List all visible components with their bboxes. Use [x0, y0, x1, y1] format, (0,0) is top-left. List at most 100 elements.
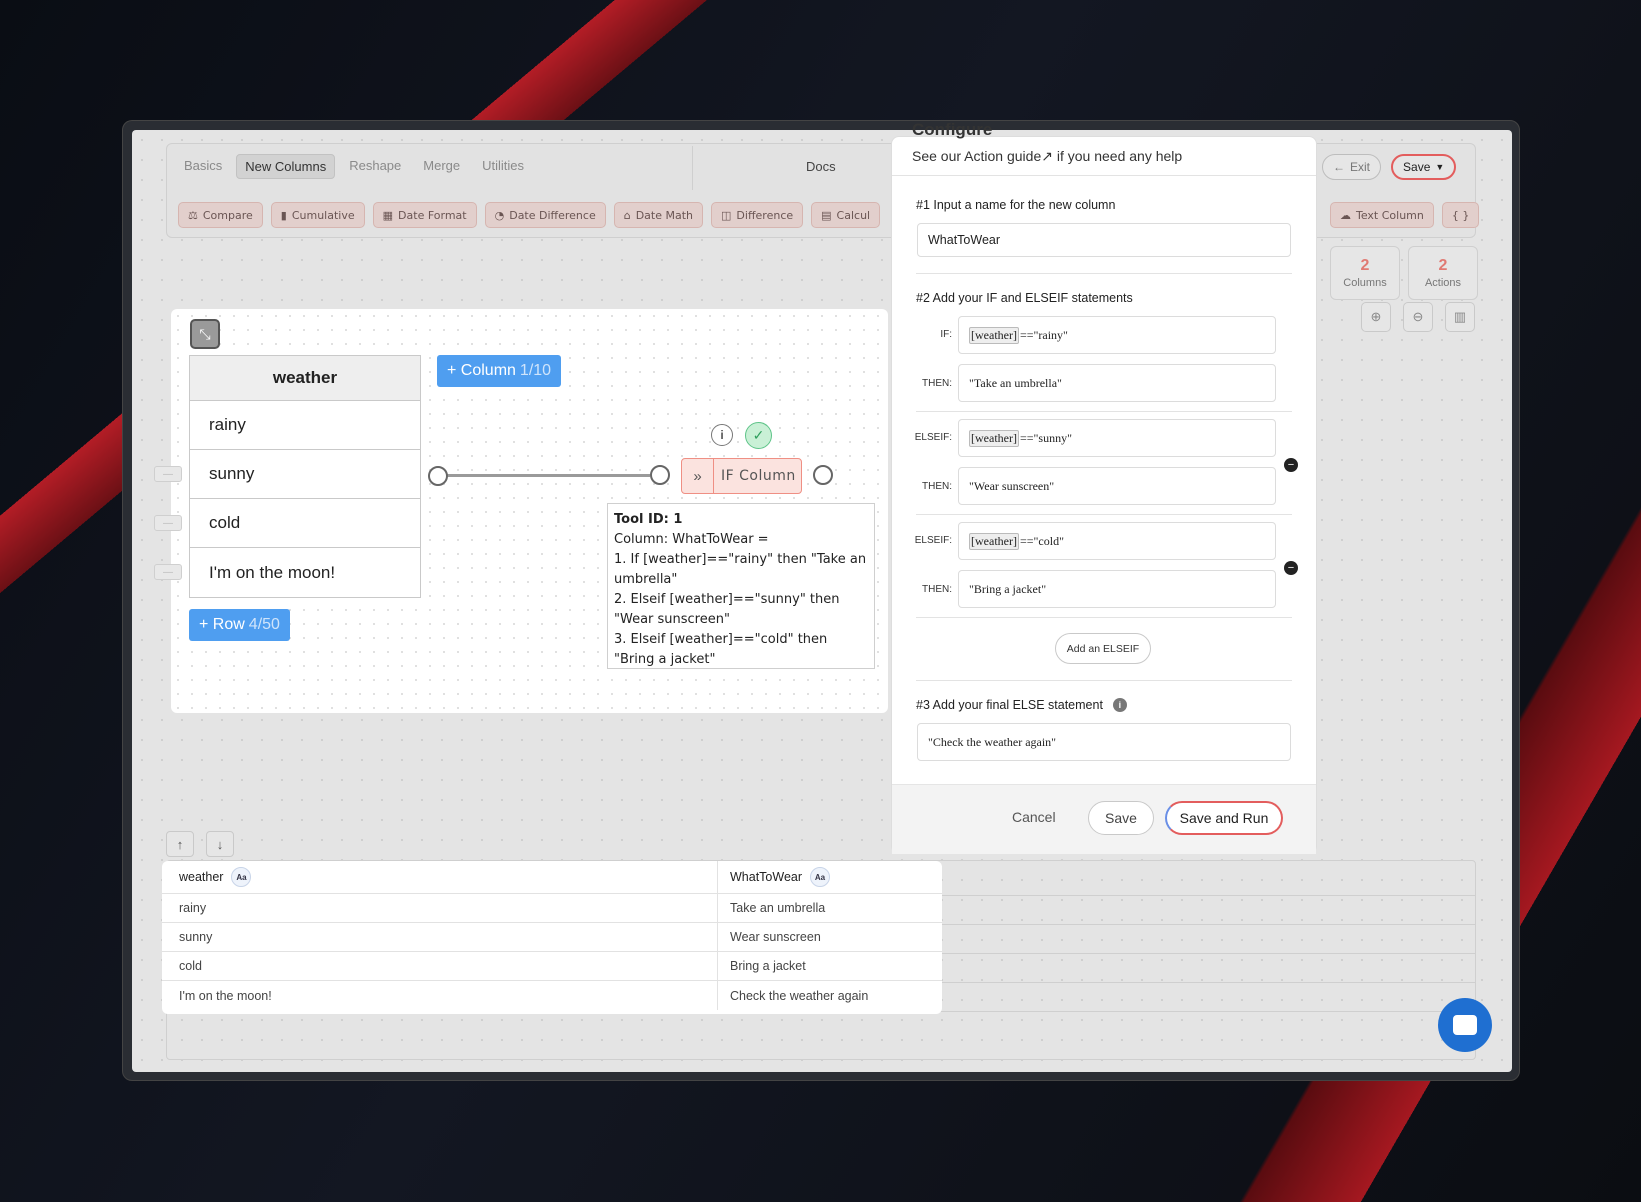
- divider: [916, 273, 1292, 274]
- zoom-out-button[interactable]: ⊖: [1403, 302, 1433, 332]
- save-menu-button[interactable]: Save ▼: [1391, 154, 1457, 180]
- action-chip-difference[interactable]: ◫ Difference: [711, 202, 804, 228]
- tab-new-columns[interactable]: New Columns: [236, 154, 336, 179]
- divider: [892, 175, 1316, 176]
- exit-button[interactable]: ← Exit: [1322, 154, 1382, 180]
- add-row-button[interactable]: + Row 4/50: [189, 609, 290, 641]
- double-chevron-right-icon: »: [682, 459, 714, 493]
- table-cell[interactable]: sunny: [162, 923, 718, 951]
- add-column-button[interactable]: + Column 1/10: [437, 355, 562, 387]
- save-button[interactable]: Save: [1088, 801, 1154, 835]
- output-header-weather[interactable]: weather Aa: [162, 861, 718, 893]
- action-chip-date-format[interactable]: ▦ Date Format: [372, 202, 477, 228]
- input-table-cell[interactable]: I'm on the moon!: [190, 548, 420, 597]
- arrow-down-button[interactable]: ↓: [206, 831, 234, 857]
- tooltip-line: 3. Elseif [weather]=="cold" then "Bring …: [614, 632, 828, 667]
- if-column-node[interactable]: » IF Column: [681, 458, 802, 494]
- action-chip-row-right: ☁ Text Column { }: [1330, 202, 1480, 228]
- input-table-header[interactable]: weather: [190, 356, 420, 401]
- map-button[interactable]: ▥: [1445, 302, 1475, 332]
- info-icon[interactable]: i: [1112, 698, 1127, 712]
- if-column-input-port[interactable]: [650, 465, 670, 485]
- if-condition-input[interactable]: [weather] =="rainy": [958, 316, 1276, 354]
- tooltip-line: 1. If [weather]=="rainy" then "Take an u…: [614, 552, 867, 587]
- else-value-input[interactable]: "Check the weather again": [917, 723, 1291, 761]
- collapse-button[interactable]: ⤡: [190, 319, 220, 349]
- action-chip-date-math[interactable]: ⌂ Date Math: [613, 202, 704, 228]
- if-column-output-port[interactable]: [813, 465, 833, 485]
- step2-label: #2 Add your IF and ELSEIF statements: [916, 291, 1133, 305]
- zoom-in-button[interactable]: ⊕: [1361, 302, 1391, 332]
- actions-count: 2: [1438, 257, 1448, 274]
- chip-label: Date Math: [635, 208, 694, 222]
- column-tag: [weather]: [969, 429, 1019, 447]
- then-value-input[interactable]: "Take an umbrella": [958, 364, 1276, 402]
- action-chip-row: ⚖ Compare ▮ Cumulative ▦ Date Format ◔ Date …: [178, 202, 881, 228]
- table-cell[interactable]: Wear sunscreen: [718, 923, 942, 951]
- table-cell[interactable]: rainy: [162, 894, 718, 922]
- docs-link[interactable]: Docs: [806, 159, 836, 174]
- stats-row: 2 Columns 2 Actions: [1330, 246, 1478, 300]
- condition-expression: =="cold": [1019, 533, 1064, 548]
- step3-row: #3 Add your final ELSE statement i: [916, 698, 1127, 712]
- table-cell[interactable]: Bring a jacket: [718, 952, 942, 980]
- condition-expression: =="sunny": [1019, 430, 1072, 445]
- action-chip-calculate[interactable]: ▤ Calcul: [811, 202, 881, 228]
- cancel-button[interactable]: Cancel: [1012, 809, 1056, 825]
- input-table-cell[interactable]: cold: [190, 499, 420, 548]
- row-handle[interactable]: —: [154, 515, 182, 531]
- table-output-port[interactable]: [428, 466, 448, 486]
- action-guide-link[interactable]: Action guide↗: [964, 148, 1053, 164]
- input-table-cell[interactable]: sunny: [190, 450, 420, 499]
- add-row-count: 4/50: [248, 616, 280, 633]
- elseif-condition-input[interactable]: [weather] =="sunny": [958, 419, 1276, 457]
- output-header-whattowear[interactable]: WhatToWear Aa: [718, 861, 942, 893]
- column-name-input[interactable]: WhatToWear: [917, 223, 1291, 257]
- arrow-up-button[interactable]: ↑: [166, 831, 194, 857]
- row-handle[interactable]: —: [154, 564, 182, 580]
- subtitle-prefix: See our: [912, 148, 962, 164]
- chevron-down-icon: ▼: [1435, 162, 1445, 172]
- text-type-badge[interactable]: Aa: [231, 867, 252, 887]
- action-chip-compare[interactable]: ⚖ Compare: [178, 202, 263, 228]
- divider: [916, 680, 1292, 681]
- collapse-arrows-icon: ⤡: [199, 325, 211, 342]
- add-elseif-button[interactable]: Add an ELSEIF: [1055, 633, 1151, 664]
- action-chip-date-difference[interactable]: ◔ Date Difference: [484, 202, 606, 228]
- map-icon: ▥: [1453, 309, 1467, 324]
- save-and-run-button[interactable]: Save and Run: [1165, 801, 1283, 835]
- category-tabs: Basics New Columns Reshape Merge Utiliti…: [176, 154, 532, 179]
- table-cell[interactable]: Take an umbrella: [718, 894, 942, 922]
- elseif-condition-input[interactable]: [weather] =="cold": [958, 522, 1276, 560]
- tab-basics[interactable]: Basics: [176, 154, 230, 179]
- plus-circle-icon: ⊕: [1370, 309, 1382, 324]
- action-chip-text-column[interactable]: ☁ Text Column: [1330, 202, 1434, 228]
- action-chip-formula[interactable]: { }: [1441, 202, 1480, 228]
- text-type-badge[interactable]: Aa: [810, 867, 831, 887]
- header-label: weather: [179, 870, 224, 884]
- arrow-down-icon: ↓: [216, 836, 224, 852]
- exit-label: Exit: [1350, 160, 1371, 174]
- tab-merge[interactable]: Merge: [415, 154, 468, 179]
- table-row: rainy Take an umbrella: [162, 894, 942, 923]
- tab-utilities[interactable]: Utilities: [474, 154, 532, 179]
- chip-label: Calcul: [836, 208, 871, 222]
- chat-support-button[interactable]: [1438, 998, 1492, 1052]
- divider: [916, 617, 1292, 618]
- table-row: cold Bring a jacket: [162, 952, 942, 981]
- row-handle[interactable]: —: [154, 466, 182, 482]
- input-table-cell[interactable]: rainy: [190, 401, 420, 450]
- tab-reshape[interactable]: Reshape: [341, 154, 409, 179]
- then-value-input[interactable]: "Bring a jacket": [958, 570, 1276, 608]
- info-icon[interactable]: i: [711, 424, 733, 446]
- if-column-node-label: IF Column: [721, 468, 796, 484]
- action-chip-cumulative[interactable]: ▮ Cumulative: [270, 202, 365, 228]
- table-cell[interactable]: cold: [162, 952, 718, 980]
- configure-title: Configure: [912, 120, 993, 139]
- remove-condition-icon[interactable]: −: [1284, 458, 1298, 472]
- then-value-input[interactable]: "Wear sunscreen": [958, 467, 1276, 505]
- table-cell[interactable]: I'm on the moon!: [162, 981, 718, 1010]
- remove-condition-icon[interactable]: −: [1284, 561, 1298, 575]
- chip-label: Text Column: [1356, 208, 1424, 222]
- table-cell[interactable]: Check the weather again: [718, 981, 942, 1010]
